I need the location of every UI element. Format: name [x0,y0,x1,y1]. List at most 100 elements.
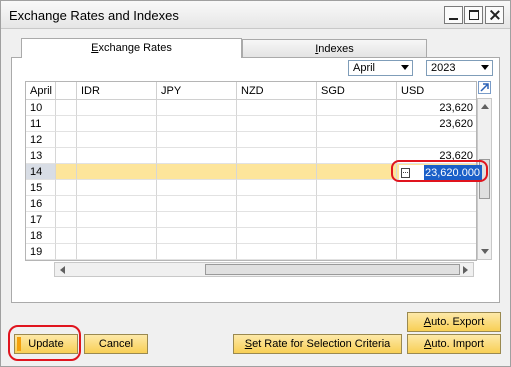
usd-rate-cell[interactable] [397,212,476,228]
rate-cell[interactable] [77,244,157,260]
row-day-label: 18 [26,228,56,244]
window-title: Exchange Rates and Indexes [9,8,179,23]
tab-indexes[interactable]: Indexes [242,39,427,58]
cancel-button[interactable]: Cancel [84,334,148,354]
rate-cell[interactable] [157,228,237,244]
rate-cell[interactable] [317,180,397,196]
column-header-sgd[interactable]: SGD [317,82,397,100]
title-bar: Exchange Rates and Indexes [1,1,510,29]
close-button[interactable] [485,6,504,24]
year-select[interactable]: 2023 [426,60,493,76]
usd-rate-cell[interactable] [397,196,476,212]
rate-cell[interactable] [157,180,237,196]
rate-cell[interactable] [317,116,397,132]
scroll-thumb[interactable] [205,264,460,275]
column-header-jpy[interactable]: JPY [157,82,237,100]
scroll-right-icon[interactable] [463,266,468,274]
tab-label-post: ndexes [318,43,354,55]
rate-cell[interactable] [237,212,317,228]
rate-cell[interactable] [56,116,77,132]
rate-cell[interactable] [237,148,317,164]
rate-cell[interactable] [237,132,317,148]
usd-rate-cell[interactable] [397,132,476,148]
column-header-idr[interactable]: IDR [77,82,157,100]
usd-rate-cell[interactable] [397,180,476,196]
expand-arrow-icon[interactable] [478,81,491,94]
scroll-up-icon[interactable] [481,104,489,109]
rate-cell[interactable] [157,244,237,260]
rate-cell[interactable] [56,180,77,196]
rate-cell[interactable] [317,196,397,212]
rate-cell[interactable] [237,196,317,212]
rate-cell[interactable] [56,228,77,244]
rate-cell[interactable] [157,148,237,164]
rate-cell[interactable] [317,132,397,148]
rate-cell[interactable] [157,212,237,228]
scroll-left-icon[interactable] [60,266,65,274]
rate-cell[interactable] [77,228,157,244]
rate-cell[interactable] [237,244,317,260]
rate-cell[interactable] [77,180,157,196]
button-label-post: et Rate for Selection Criteria [252,338,391,350]
minimize-icon [449,18,458,20]
column-header-spacer [56,82,77,100]
maximize-icon [469,10,479,20]
rate-cell[interactable] [77,148,157,164]
rate-cell[interactable] [77,196,157,212]
grid-horizontal-scrollbar[interactable] [54,262,474,277]
usd-rate-cell[interactable] [397,228,476,244]
row-day-label: 14 [26,164,56,180]
rate-cell[interactable] [317,164,397,180]
row-day-label: 11 [26,116,56,132]
chevron-down-icon [401,65,409,70]
rate-cell[interactable] [237,164,317,180]
rate-cell[interactable] [237,228,317,244]
rate-cell[interactable] [317,228,397,244]
tab-label-post: xchange Rates [98,42,172,54]
scroll-down-icon[interactable] [481,249,489,254]
row-day-label: 12 [26,132,56,148]
rate-cell[interactable] [157,116,237,132]
maximize-button[interactable] [464,6,483,24]
usd-rate-cell[interactable]: 23,620 [397,100,476,116]
rate-cell[interactable] [56,164,77,180]
rate-cell[interactable] [317,100,397,116]
rate-cell[interactable] [237,116,317,132]
auto-export-button[interactable]: Auto. Export [407,312,501,332]
tab-exchange-rates[interactable]: Exchange Rates [21,38,242,58]
column-header-month[interactable]: April [26,82,56,100]
rate-cell[interactable] [157,164,237,180]
row-day-label: 13 [26,148,56,164]
button-label-mnemonic: S [244,338,253,350]
rate-cell[interactable] [237,180,317,196]
minimize-button[interactable] [444,6,463,24]
rate-cell[interactable] [317,148,397,164]
row-day-label: 16 [26,196,56,212]
usd-rate-cell[interactable]: 23,620 [397,116,476,132]
usd-rate-cell[interactable] [397,244,476,260]
rate-cell[interactable] [77,100,157,116]
rate-cell[interactable] [56,244,77,260]
column-header-nzd[interactable]: NZD [237,82,317,100]
rate-cell[interactable] [56,100,77,116]
rate-cell[interactable] [77,116,157,132]
rate-cell[interactable] [157,100,237,116]
rate-cell[interactable] [56,212,77,228]
rate-cell[interactable] [77,132,157,148]
rate-cell[interactable] [77,164,157,180]
rate-cell[interactable] [317,212,397,228]
rate-cell[interactable] [317,244,397,260]
month-select[interactable]: April [348,60,413,76]
auto-import-button[interactable]: Auto. Import [407,334,501,354]
rate-cell[interactable] [56,148,77,164]
year-select-value: 2023 [431,62,456,74]
rate-cell[interactable] [237,100,317,116]
rate-cell[interactable] [56,196,77,212]
rate-cell[interactable] [77,212,157,228]
set-rate-button[interactable]: Set Rate for Selection Criteria [233,334,402,354]
column-header-usd[interactable]: USD [397,82,476,100]
rate-cell[interactable] [157,196,237,212]
rate-cell[interactable] [157,132,237,148]
rate-cell[interactable] [56,132,77,148]
chevron-down-icon [481,65,489,70]
